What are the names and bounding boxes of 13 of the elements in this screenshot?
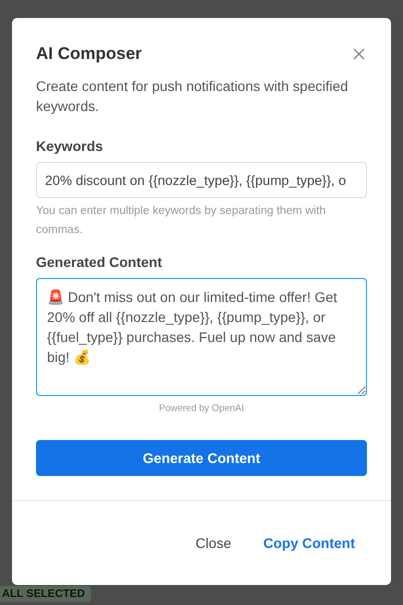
field-hint: You can enter multiple keywords by separating them with commas. [36, 204, 327, 238]
field-label: Generated Content [36, 254, 164, 270]
field-label: Keywords [36, 138, 104, 154]
dialog-description: Create content for push notifications with specified keywords. [36, 77, 350, 116]
dialog-title: AI Composer [36, 44, 142, 64]
generate-button[interactable]: Generate Content [36, 440, 367, 476]
status-badge: ALL SELECTED [0, 586, 91, 602]
close-button[interactable]: Close [183, 527, 244, 559]
content-textarea[interactable]: 🚨 Don't miss out on our limited-time offer! Get 20% off all {{nozzle_type}}, {{pump_type}}, or {{fuel_type}} purchases. Fuel up now and save big! 💰 [36, 278, 367, 396]
keywords-field[interactable]: 20% discount on {{nozzle_type}}, {{pump_type}}, o [36, 162, 367, 198]
copy-button[interactable]: Copy Content [251, 527, 367, 559]
close-icon[interactable] [351, 46, 367, 62]
powered-by-text: Powered by OpenAI [158, 403, 244, 414]
